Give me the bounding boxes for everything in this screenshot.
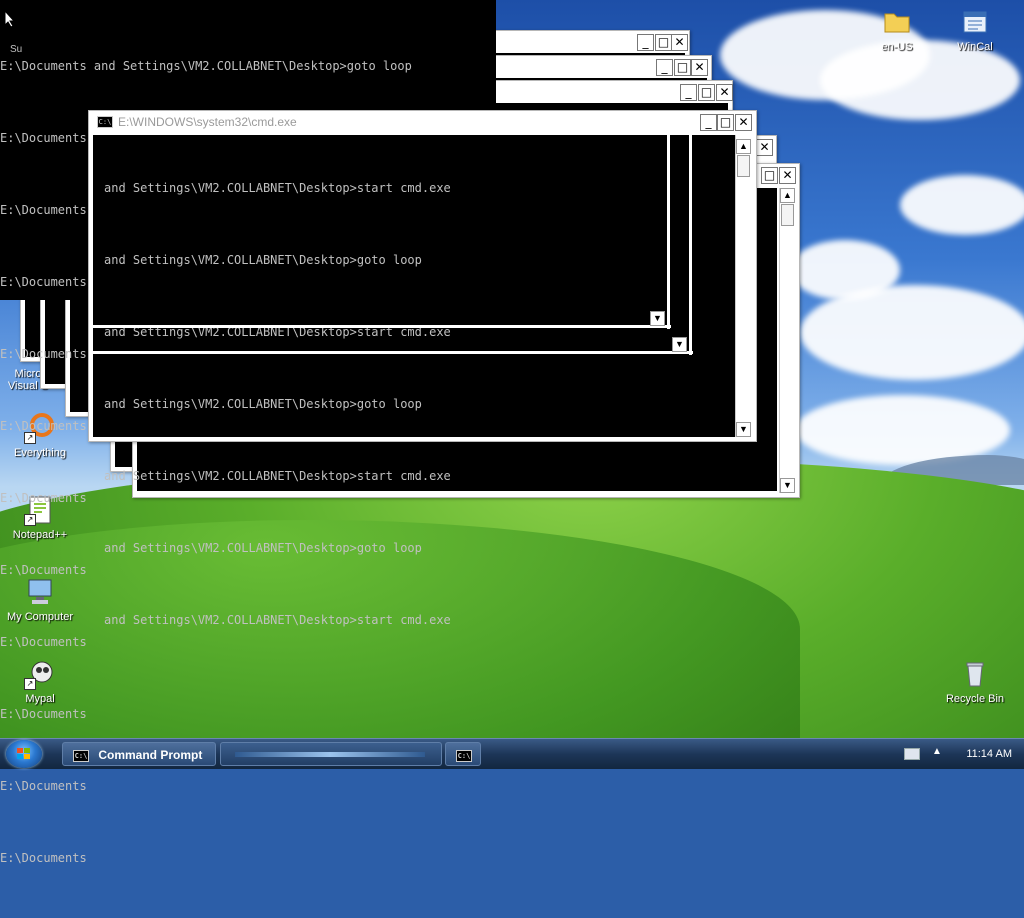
clock[interactable]: 11:14 AM bbox=[966, 739, 1012, 769]
system-tray: ▲ 11:14 AM bbox=[904, 739, 1024, 769]
console-output: and Settings\VM2.COLLABNET\Desktop>start… bbox=[104, 128, 451, 680]
calendar-icon bbox=[959, 6, 991, 38]
keyboard-icon[interactable] bbox=[904, 748, 920, 760]
start-button[interactable] bbox=[6, 740, 42, 768]
maximize-button[interactable]: □ bbox=[674, 59, 691, 76]
maximize-button[interactable]: □ bbox=[655, 34, 672, 51]
window-edge bbox=[93, 351, 693, 358]
close-button[interactable]: ✕ bbox=[691, 59, 708, 76]
cmd-app-icon: C:\ bbox=[73, 749, 89, 762]
console-line: and Settings\VM2.COLLABNET\Desktop>goto … bbox=[104, 541, 422, 555]
console-line: E:\Documents bbox=[0, 707, 87, 721]
console-line: and Settings\VM2.COLLABNET\Desktop>start… bbox=[104, 181, 451, 195]
cloud bbox=[800, 285, 1024, 380]
cmd-window-active[interactable]: C:\ E:\WINDOWS\system32\cmd.exe _ □ ✕ an… bbox=[88, 110, 757, 627]
console-line: and Settings\VM2.COLLABNET\Desktop>start… bbox=[104, 325, 451, 339]
scroll-down-arrow-icon[interactable]: ▼ bbox=[736, 422, 751, 437]
maximize-button[interactable]: □ bbox=[698, 84, 715, 101]
minimize-button[interactable]: _ bbox=[700, 114, 717, 131]
window-edge bbox=[667, 135, 670, 329]
console-line: and Settings\VM2.COLLABNET\Desktop>start… bbox=[104, 469, 451, 483]
desktop-icon-en-us[interactable]: en-US bbox=[857, 6, 937, 53]
scroll-up-arrow-icon[interactable]: ▲ bbox=[780, 188, 795, 203]
taskbar-button-command-prompt[interactable]: C:\ Command Prompt bbox=[62, 742, 216, 766]
taskbar: C:\ Command Prompt C:\ ▲ 11:14 AM bbox=[0, 738, 1024, 769]
taskbar-button-cmd[interactable]: C:\ bbox=[445, 742, 481, 766]
scroll-up-arrow-icon[interactable]: ▲ bbox=[736, 139, 751, 154]
close-button[interactable]: ✕ bbox=[779, 167, 796, 184]
desktop-icon-label: en-US bbox=[881, 41, 913, 53]
close-button[interactable]: ✕ bbox=[735, 114, 752, 131]
vertical-scrollbar[interactable]: ▲ ▼ bbox=[779, 188, 795, 493]
close-button[interactable]: ✕ bbox=[756, 139, 773, 156]
window-title: E:\WINDOWS\system32\cmd.exe bbox=[118, 115, 297, 129]
minimize-button[interactable]: _ bbox=[680, 84, 697, 101]
taskbar-button-label: Command Prompt bbox=[98, 748, 203, 762]
partial-label: Su bbox=[10, 44, 23, 55]
maximize-button[interactable]: □ bbox=[761, 167, 778, 184]
recycle-bin-icon bbox=[959, 658, 991, 690]
window-edge bbox=[689, 135, 692, 355]
console-line: and Settings\VM2.COLLABNET\Desktop>goto … bbox=[104, 397, 422, 411]
scroll-thumb[interactable] bbox=[781, 204, 794, 226]
desktop-icon-label: Recycle Bin bbox=[945, 693, 1005, 705]
cmd-console-area: and Settings\VM2.COLLABNET\Desktop>start… bbox=[93, 135, 735, 627]
close-button[interactable]: ✕ bbox=[716, 84, 733, 101]
taskbar-button-progress[interactable] bbox=[220, 742, 442, 766]
console-line: and Settings\VM2.COLLABNET\Desktop>start… bbox=[104, 613, 451, 627]
console-line: E:\Documents and Settings\VM2.COLLABNET\… bbox=[0, 59, 412, 73]
mouse-cursor-icon bbox=[4, 10, 16, 28]
scroll-down-arrow-icon[interactable]: ▼ bbox=[650, 311, 665, 326]
scroll-down-arrow-icon[interactable]: ▼ bbox=[780, 478, 795, 493]
window-edge bbox=[93, 325, 671, 332]
show-hidden-icons-icon[interactable]: ▲ bbox=[932, 746, 942, 757]
taskbar-glow bbox=[235, 752, 425, 757]
desktop-icon-recycle-bin[interactable]: Recycle Bin bbox=[935, 658, 1015, 705]
console-line: E:\Documents bbox=[0, 779, 87, 793]
console-line: and Settings\VM2.COLLABNET\Desktop>goto … bbox=[104, 253, 422, 267]
close-button[interactable]: ✕ bbox=[671, 34, 688, 51]
scroll-down-arrow-icon[interactable]: ▼ bbox=[672, 337, 687, 352]
vertical-scrollbar[interactable]: ▲ ▼ bbox=[735, 135, 751, 437]
folder-icon bbox=[881, 6, 913, 38]
console-line: E:\Documents bbox=[0, 851, 87, 865]
desktop-icon-label: WinCal bbox=[957, 41, 993, 53]
cmd-app-icon: C:\ bbox=[456, 749, 472, 762]
cmd-app-icon: C:\ bbox=[97, 116, 113, 128]
scroll-thumb[interactable] bbox=[737, 155, 750, 177]
maximize-button[interactable]: □ bbox=[717, 114, 734, 131]
minimize-button[interactable]: _ bbox=[637, 34, 654, 51]
cloud bbox=[900, 175, 1024, 235]
windows-logo-icon bbox=[17, 748, 30, 759]
desktop-icon-wincal[interactable]: WinCal bbox=[935, 6, 1015, 53]
minimize-button[interactable]: _ bbox=[656, 59, 673, 76]
